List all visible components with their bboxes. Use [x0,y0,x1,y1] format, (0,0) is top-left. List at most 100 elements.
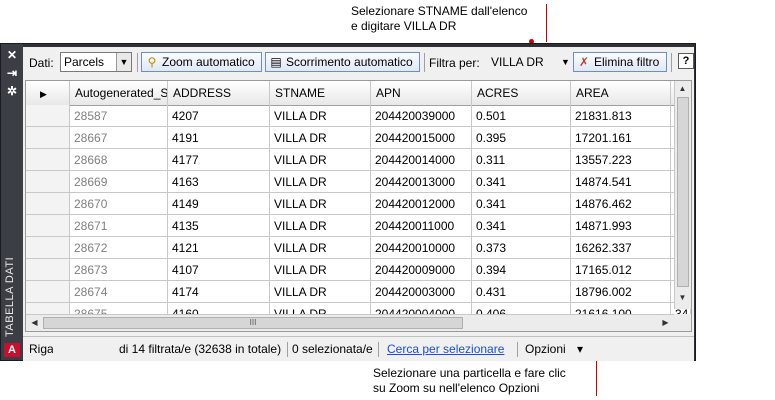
data-source-dropdown[interactable]: Parcels ▼ [60,52,132,72]
autohide-icon[interactable]: ⇥ [4,66,20,80]
table-cell[interactable]: 204420009000 [371,259,472,281]
table-cell[interactable]: 17165.012 [571,259,671,281]
row-header[interactable] [26,215,70,237]
table-cell[interactable]: 28668 [70,149,168,171]
table-cell[interactable]: 28587 [70,105,168,127]
find-to-select-link[interactable]: Cerca per selezionare [387,341,504,357]
table-cell[interactable]: 0.311 [472,149,571,171]
table-cell[interactable]: 204420015000 [371,127,472,149]
table-cell[interactable]: 4177 [168,149,270,171]
horizontal-scroll-thumb[interactable]: III [43,317,463,329]
table-cell[interactable]: 28672 [70,237,168,259]
table-cell[interactable]: 4163 [168,171,270,193]
table-row[interactable]: 28669 4163 VILLA DR 204420013000 0.341 1… [26,171,691,193]
table-cell[interactable]: 204420013000 [371,171,472,193]
table-cell[interactable]: 204420011000 [371,215,472,237]
row-header[interactable] [26,193,70,215]
auto-scroll-button[interactable]: ▤ Scorrimento automatico [265,52,420,72]
row-header[interactable] [26,259,70,281]
row-number-input[interactable] [53,340,111,358]
table-cell[interactable]: 0.341 [472,193,571,215]
table-cell[interactable]: VILLA DR [270,237,371,259]
table-cell[interactable]: 13557.223 [571,149,671,171]
table-cell[interactable]: 204420014000 [371,149,472,171]
close-icon[interactable]: ✕ [4,48,20,62]
table-cell[interactable]: VILLA DR [270,259,371,281]
table-cell[interactable]: 21831.813 [571,105,671,127]
table-cell[interactable]: 4149 [168,193,270,215]
table-cell[interactable]: 28671 [70,215,168,237]
table-cell[interactable]: 28674 [70,281,168,303]
table-row[interactable]: 28670 4149 VILLA DR 204420012000 0.341 1… [26,193,691,215]
column-header[interactable]: APN [371,81,472,105]
table-cell[interactable]: VILLA DR [270,215,371,237]
clear-filter-button[interactable]: ✗ Elimina filtro [573,52,667,72]
table-cell[interactable]: 4174 [168,281,270,303]
table-cell[interactable]: VILLA DR [270,105,371,127]
table-cell[interactable]: 0.341 [472,171,571,193]
table-cell[interactable]: 17201.161 [571,127,671,149]
vertical-scrollbar[interactable]: ▲ ▼ [674,81,691,309]
table-row[interactable]: 28671 4135 VILLA DR 204420011000 0.341 1… [26,215,691,237]
row-header[interactable] [26,281,70,303]
table-cell[interactable]: 0.394 [472,259,571,281]
column-header[interactable]: STNAME [270,81,371,105]
row-header[interactable] [26,237,70,259]
table-cell[interactable]: 0.395 [472,127,571,149]
table-cell[interactable]: 14874.541 [571,171,671,193]
row-header-corner[interactable]: ▶ [26,81,70,105]
table-cell[interactable]: 4135 [168,215,270,237]
table-cell[interactable]: 28673 [70,259,168,281]
chevron-down-icon[interactable]: ▼ [561,52,570,72]
table-cell[interactable]: 204420039000 [371,105,472,127]
table-cell[interactable]: 16262.337 [571,237,671,259]
scroll-down-icon[interactable]: ▼ [675,291,690,305]
help-icon[interactable]: ? [678,53,694,69]
table-row[interactable]: 28672 4121 VILLA DR 204420010000 0.373 1… [26,237,691,259]
table-cell[interactable]: 14876.462 [571,193,671,215]
table-cell[interactable]: VILLA DR [270,149,371,171]
table-cell[interactable]: 28669 [70,171,168,193]
attribute-table[interactable]: ▶ Autogenerated_S ADDRESS STNAME APN ACR… [25,80,692,332]
vertical-scroll-thumb[interactable] [677,97,689,287]
scroll-right-icon[interactable]: ▶ [658,316,673,330]
table-cell[interactable]: VILLA DR [270,281,371,303]
table-cell[interactable]: 0.431 [472,281,571,303]
table-cell[interactable]: 28670 [70,193,168,215]
table-cell[interactable]: 204420012000 [371,193,472,215]
table-cell[interactable]: 204420010000 [371,237,472,259]
filter-value-dropdown[interactable]: VILLA DR ▼ [491,52,571,72]
row-header[interactable] [26,149,70,171]
table-cell[interactable]: VILLA DR [270,127,371,149]
table-row[interactable]: 28667 4191 VILLA DR 204420015000 0.395 1… [26,127,691,149]
column-header[interactable]: ACRES [472,81,571,105]
table-cell[interactable]: 204420003000 [371,281,472,303]
table-row[interactable]: 28674 4174 VILLA DR 204420003000 0.431 1… [26,281,691,303]
table-cell[interactable]: 4207 [168,105,270,127]
row-header[interactable] [26,105,70,127]
scroll-up-icon[interactable]: ▲ [675,82,690,96]
auto-zoom-button[interactable]: ⚲ Zoom automatico [141,52,262,72]
row-header[interactable] [26,171,70,193]
table-cell[interactable]: 0.341 [472,215,571,237]
scroll-left-icon[interactable]: ◀ [27,316,42,330]
table-cell[interactable]: 4121 [168,237,270,259]
palette-title-strip[interactable]: ✕ ⇥ ✲ TABELLA DATI A [1,44,23,360]
chevron-down-icon[interactable]: ▼ [116,53,131,71]
row-header[interactable] [26,127,70,149]
column-header[interactable]: AREA [571,81,671,105]
table-cell[interactable]: 0.501 [472,105,571,127]
column-header[interactable]: Autogenerated_S [70,81,168,105]
column-header[interactable]: ADDRESS [168,81,270,105]
properties-icon[interactable]: ✲ [4,84,20,98]
table-row[interactable]: 28668 4177 VILLA DR 204420014000 0.311 1… [26,149,691,171]
table-cell[interactable]: 18796.002 [571,281,671,303]
horizontal-scrollbar[interactable]: ◀ III ▶ [26,314,676,331]
table-cell[interactable]: VILLA DR [270,193,371,215]
table-cell[interactable]: 4107 [168,259,270,281]
options-menu[interactable]: Opzioni ▾ [525,341,583,357]
table-cell[interactable]: 28667 [70,127,168,149]
table-row[interactable]: 28673 4107 VILLA DR 204420009000 0.394 1… [26,259,691,281]
table-cell[interactable]: 4191 [168,127,270,149]
table-cell[interactable]: VILLA DR [270,171,371,193]
